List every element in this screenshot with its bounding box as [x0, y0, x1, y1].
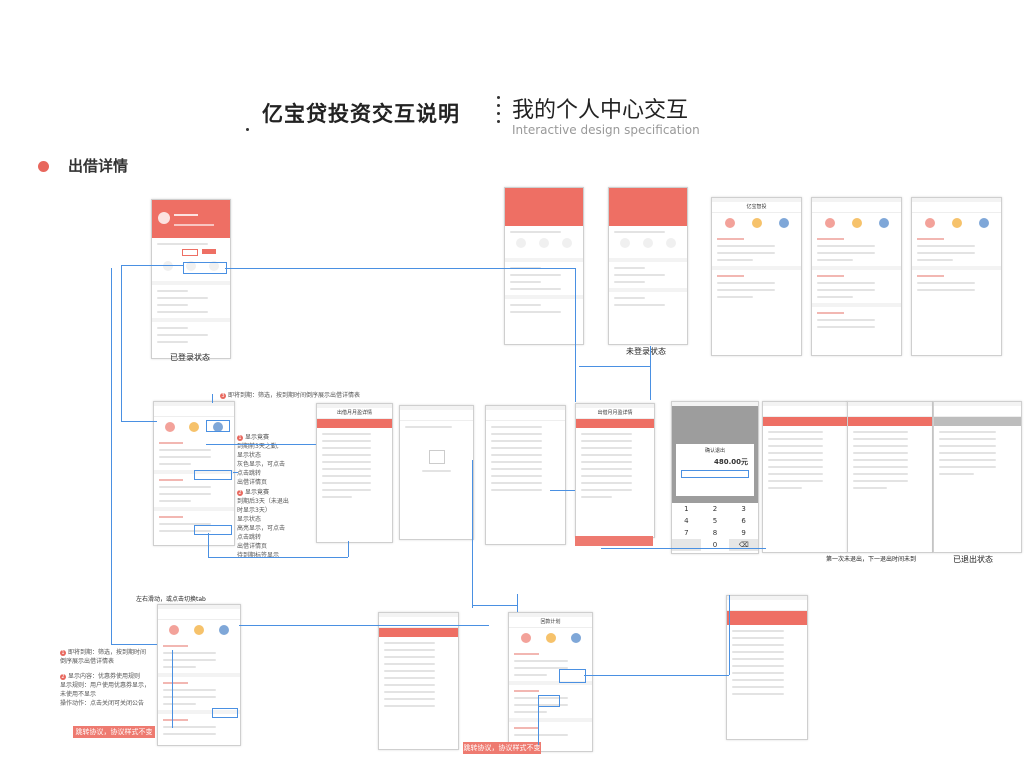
key-8[interactable]: 8: [701, 527, 730, 539]
note-status-1: 1 显示竟赛 到期前3天之勤, 显示状态 灰色显示，可点击 点击跳转 出借详情页: [237, 434, 286, 486]
caption-exited: 已退出状态: [953, 555, 993, 564]
connector: [239, 625, 489, 626]
exit-dialog-title: 确认退出: [704, 448, 725, 454]
section-title: 出借详情: [68, 157, 129, 175]
connector: [550, 490, 575, 491]
phone-profile-state-2: [504, 187, 584, 345]
connector: [233, 472, 238, 473]
key-1[interactable]: 1: [672, 503, 701, 515]
phone-record-list-3: [911, 197, 1002, 356]
key-3[interactable]: 3: [729, 503, 758, 515]
phone-exit-pending-2: [847, 401, 933, 553]
connector: [121, 421, 157, 422]
connector: [575, 268, 576, 402]
key-6[interactable]: 6: [729, 515, 758, 527]
connector-box: [538, 695, 560, 707]
connector-box: [194, 470, 232, 480]
phone-empty-state: [399, 405, 474, 540]
phone-exit-dialog: 确认退出 480.00元 1 2 3 4 5 6 7 8 9 0 ⌫: [671, 401, 759, 554]
note-left-2: 2 显示内容：优惠券使用规则 显示规则：用户使用优惠券显示， 未使用不显示 操作动…: [60, 673, 151, 707]
repay-plan-title: 回款计划: [509, 617, 592, 628]
connector-box: [183, 262, 227, 274]
phone-income-table: [726, 595, 808, 740]
key-0[interactable]: 0: [701, 539, 730, 551]
note-status-2: 2 显示竟赛 到期后3天（未退出 时显示3天） 显示状态 高亮显示，可点击 点击跳…: [237, 489, 289, 559]
phone-record-list-1: 亿宝智投: [711, 197, 802, 356]
detail-title: 出借月月盈详情: [317, 408, 392, 419]
exit-detail-title: 出借月月盈详情: [576, 408, 654, 419]
page-title: 亿宝贷投资交互说明: [262, 102, 460, 126]
caption-logged-in: 已登录状态: [170, 353, 210, 362]
phone-record-list-2: [811, 197, 902, 356]
exit-button[interactable]: [575, 536, 653, 546]
connector-box: [212, 708, 238, 718]
note-top-jump: 3 即将到期：筛选，按到期时间倒序展示出借详情表: [220, 392, 361, 399]
connector: [348, 541, 349, 557]
phone-exited: [933, 401, 1022, 553]
connector: [111, 268, 112, 644]
connector: [225, 268, 575, 269]
connector: [121, 265, 184, 266]
connector: [121, 265, 122, 421]
phone-profile-logged-in: [151, 199, 231, 359]
connector: [172, 650, 173, 728]
connector: [206, 444, 316, 445]
phone-exit-pending-1: [762, 401, 848, 553]
connector-box: [559, 669, 586, 683]
page-subtitle-en: Interactive design specification: [512, 123, 700, 137]
key-9[interactable]: 9: [729, 527, 758, 539]
connector: [472, 460, 473, 608]
backspace-icon[interactable]: ⌫: [729, 539, 758, 551]
connector: [538, 705, 539, 745]
exit-dialog-amount: 480.00元: [713, 458, 748, 466]
phone-exit-detail: 出借月月盈详情: [575, 403, 655, 538]
phone-record-tab2: [157, 604, 241, 746]
section-bullet-icon: [38, 161, 49, 172]
connector: [650, 346, 651, 400]
phone-profile-logged-out: [608, 187, 688, 345]
connector: [584, 675, 729, 676]
phone-repay-detail: [378, 612, 459, 750]
connector-box: [194, 525, 232, 535]
title-divider: [497, 96, 501, 128]
key-4[interactable]: 4: [672, 515, 701, 527]
caption-swipe: 左右滑动，或点击切换tab: [136, 596, 206, 603]
note-left-1: 1 即将到期：筛选，按到期时间 倒序展示出借详情表: [60, 649, 147, 665]
phone-repay-table: [485, 405, 566, 545]
connector: [212, 394, 213, 403]
decorative-dot: [246, 128, 249, 131]
page-subtitle: 我的个人中心交互: [512, 98, 689, 123]
key-7[interactable]: 7: [672, 527, 701, 539]
connector: [111, 644, 157, 645]
caption-first-exit: 第一次未退出，下一退出时间未到: [826, 556, 917, 563]
connector: [579, 366, 650, 367]
connector: [517, 594, 518, 612]
connector: [208, 557, 348, 558]
connector: [601, 548, 766, 549]
caption-logged-out: 未登录状态: [626, 347, 666, 356]
agreement-button-1[interactable]: 跳转协议，协议样式不变: [73, 726, 155, 738]
connector: [472, 605, 517, 606]
agreement-button-2[interactable]: 跳转协议，协议样式不变: [463, 742, 541, 754]
key-2[interactable]: 2: [701, 503, 730, 515]
connector: [208, 533, 209, 557]
connector: [729, 595, 730, 675]
connector-box: [206, 420, 230, 432]
phone-lending-detail: 出借月月盈详情: [316, 403, 393, 543]
key-5[interactable]: 5: [701, 515, 730, 527]
record-tab-label: 亿宝智投: [712, 202, 801, 213]
